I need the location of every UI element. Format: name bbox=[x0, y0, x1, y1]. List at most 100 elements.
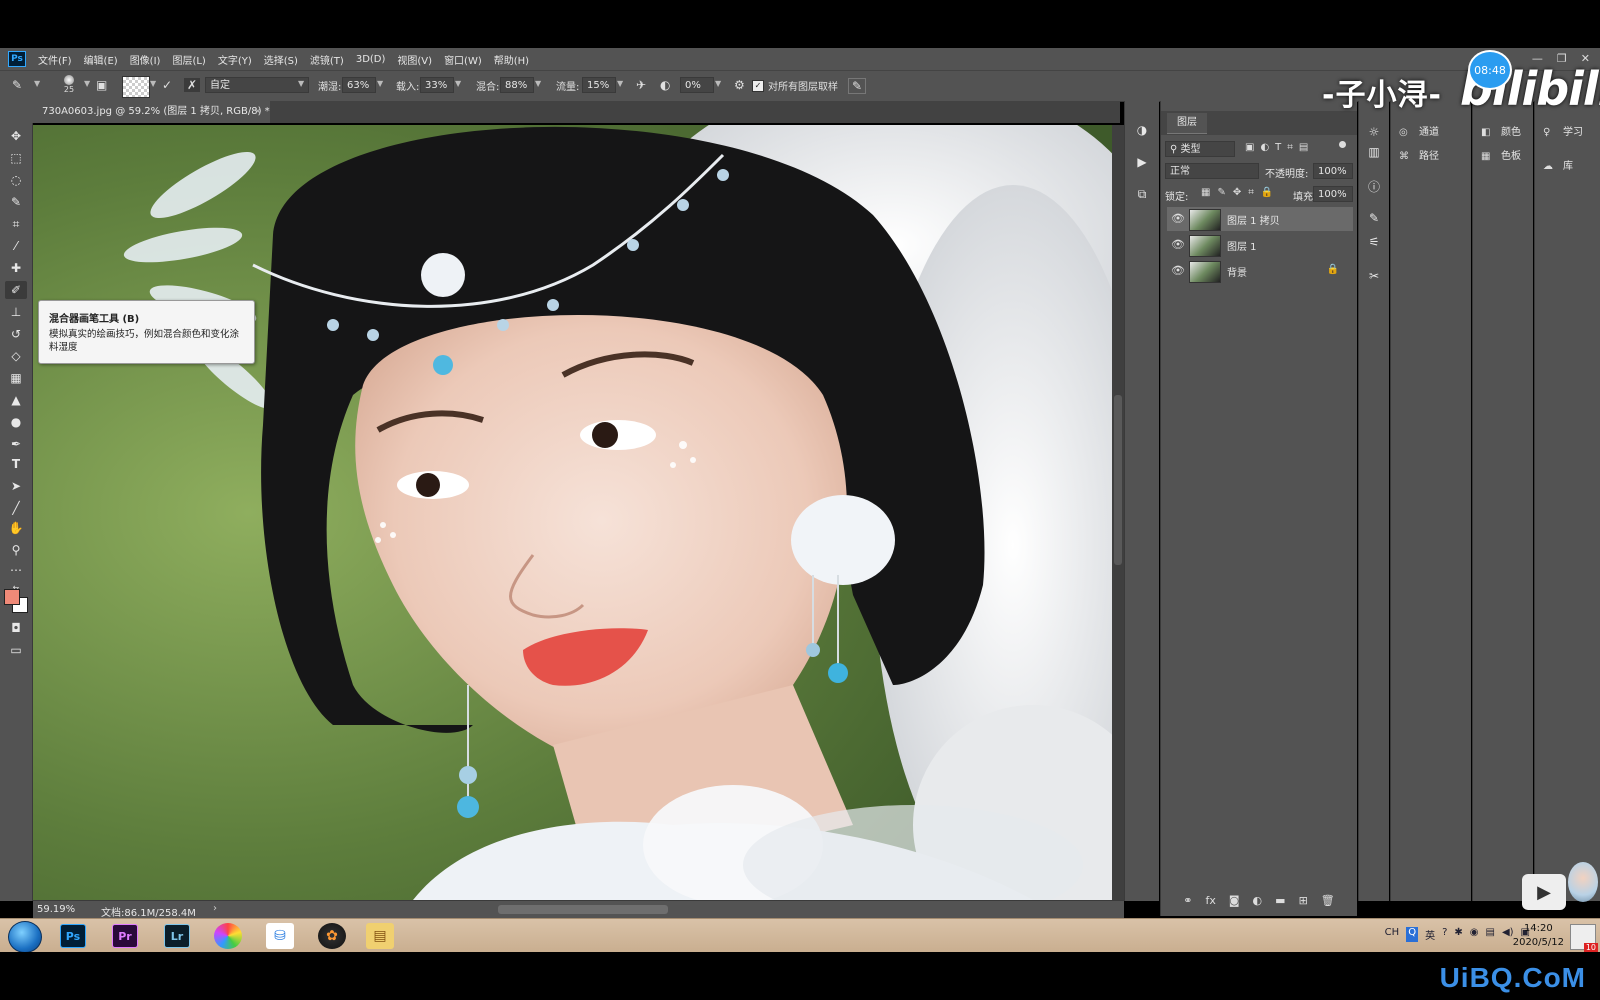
brush-size-picker[interactable]: 25 bbox=[60, 75, 78, 97]
layer-filter-icons[interactable]: ▣◐T⌗▤ bbox=[1245, 142, 1314, 153]
current-brush-load-swatch[interactable] bbox=[122, 76, 150, 98]
clean-brush-icon[interactable]: ✗ bbox=[184, 78, 201, 92]
menu-view[interactable]: 视图(V) bbox=[397, 52, 432, 67]
sample-all-layers-checkbox[interactable]: ✓ bbox=[752, 80, 764, 92]
tray-icon[interactable]: ✱ bbox=[1454, 927, 1462, 942]
link-layers-icon[interactable]: ⚭ bbox=[1183, 894, 1192, 907]
chevron-down-icon[interactable]: ▼ bbox=[535, 79, 541, 88]
type-tool-icon[interactable]: T bbox=[5, 455, 27, 473]
vertical-scrollbar[interactable] bbox=[1112, 125, 1124, 900]
libraries-panel-button[interactable]: ☁ 库 bbox=[1543, 157, 1573, 172]
info-icon[interactable]: ⓘ bbox=[1364, 177, 1384, 195]
menu-layer[interactable]: 图层(L) bbox=[172, 52, 205, 67]
quick-mask-icon[interactable]: ◘ bbox=[5, 619, 27, 637]
chevron-down-icon[interactable]: ▼ bbox=[34, 79, 40, 88]
layer-filter-kind-select[interactable]: ⚲ 类型 bbox=[1165, 141, 1235, 157]
layers-tab[interactable]: 图层 bbox=[1167, 113, 1207, 134]
play-action-icon[interactable]: ▶ bbox=[1132, 153, 1152, 171]
taskbar-cloud-app-icon[interactable]: ⛁ bbox=[266, 923, 294, 949]
close-tab-icon[interactable]: × bbox=[254, 101, 262, 123]
gradient-tool-icon[interactable]: ▦ bbox=[5, 369, 27, 387]
layer-row[interactable]: 👁 图层 1 拷贝 bbox=[1167, 207, 1353, 231]
sliders-icon[interactable]: ⚟ bbox=[1364, 233, 1384, 251]
brush-panel-icon[interactable]: ▣ bbox=[96, 78, 107, 92]
flow-input[interactable]: 15% bbox=[582, 77, 616, 93]
status-menu-arrow[interactable]: › bbox=[213, 903, 217, 914]
load-input[interactable]: 33% bbox=[420, 77, 454, 93]
menu-help[interactable]: 帮助(H) bbox=[494, 52, 529, 67]
tray-ime-mode[interactable]: 英 bbox=[1425, 927, 1435, 942]
crop-tool-icon[interactable]: ⌗ bbox=[5, 215, 27, 233]
chevron-down-icon[interactable]: ▼ bbox=[455, 79, 461, 88]
gear-icon[interactable]: ⚙ bbox=[734, 78, 745, 92]
tray-ime-icon[interactable]: Q bbox=[1406, 927, 1419, 942]
menu-type[interactable]: 文字(Y) bbox=[218, 52, 252, 67]
chevron-down-icon[interactable]: ▼ bbox=[377, 79, 383, 88]
quick-select-tool-icon[interactable]: ✎ bbox=[5, 193, 27, 211]
layer-row[interactable]: 👁 图层 1 bbox=[1167, 233, 1353, 257]
menu-select[interactable]: 选择(S) bbox=[264, 52, 298, 67]
hand-tool-icon[interactable]: ✋ bbox=[5, 519, 27, 537]
eye-icon[interactable]: 👁 bbox=[1171, 238, 1185, 251]
mixer-brush-preset-icon[interactable]: ✎ bbox=[12, 78, 22, 92]
add-mask-icon[interactable]: ◙ bbox=[1229, 894, 1240, 907]
swatches-panel-button[interactable]: ▦ 色板 bbox=[1481, 147, 1521, 162]
menu-window[interactable]: 窗口(W) bbox=[444, 52, 482, 67]
horizontal-scrollbar-thumb[interactable] bbox=[498, 905, 668, 914]
menu-3d[interactable]: 3D(D) bbox=[356, 54, 386, 65]
image-canvas[interactable] bbox=[33, 125, 1112, 900]
learn-panel-button[interactable]: ♀ 学习 bbox=[1543, 123, 1583, 138]
mixer-brush-tool-icon[interactable]: ✐ bbox=[5, 281, 27, 299]
marquee-tool-icon[interactable]: ⬚ bbox=[5, 149, 27, 167]
taskbar-davinci-icon[interactable]: ✿ bbox=[318, 923, 346, 949]
system-clock[interactable]: 14:20 2020/5/12 bbox=[1513, 922, 1564, 950]
blur-tool-icon[interactable]: ▲ bbox=[5, 391, 27, 409]
notification-center-icon[interactable]: 10 bbox=[1570, 924, 1598, 952]
opacity-input[interactable]: 100% bbox=[1313, 163, 1353, 179]
sun-adjust-icon[interactable]: ☼ bbox=[1364, 123, 1384, 141]
blend-mode-select[interactable]: 正常 bbox=[1165, 163, 1259, 179]
dodge-tool-icon[interactable]: ● bbox=[5, 413, 27, 431]
load-brush-icon[interactable]: ✓ bbox=[162, 78, 172, 92]
windows-start-button[interactable] bbox=[8, 921, 42, 953]
document-tab[interactable]: 730A0603.jpg @ 59.2% (图层 1 拷贝, RGB/8) * … bbox=[32, 101, 270, 123]
lasso-tool-icon[interactable]: ◌ bbox=[5, 171, 27, 189]
line-tool-icon[interactable]: ╱ bbox=[5, 499, 27, 517]
more-tools-icon[interactable]: ⋯ bbox=[5, 561, 27, 579]
pressure-icon[interactable]: ✎ bbox=[848, 78, 867, 94]
angle-input[interactable]: 0% bbox=[680, 77, 714, 93]
adjust-icon[interactable]: ◑ bbox=[1132, 121, 1152, 139]
wet-input[interactable]: 63% bbox=[342, 77, 376, 93]
chevron-down-icon[interactable]: ▼ bbox=[150, 79, 156, 88]
menu-edit[interactable]: 编辑(E) bbox=[84, 52, 118, 67]
eye-icon[interactable]: 👁 bbox=[1171, 264, 1185, 277]
eye-icon[interactable]: 👁 bbox=[1171, 212, 1185, 225]
trash-icon[interactable]: 🗑 bbox=[1321, 894, 1335, 907]
histogram-icon[interactable]: ▥ bbox=[1364, 143, 1384, 161]
tray-language[interactable]: CH bbox=[1385, 927, 1400, 942]
pen-tool-icon[interactable]: ✒ bbox=[5, 435, 27, 453]
zoom-tool-icon[interactable]: ⚲ bbox=[5, 541, 27, 559]
filter-toggle-icon[interactable] bbox=[1339, 141, 1346, 148]
healing-brush-tool-icon[interactable]: ✚ bbox=[5, 259, 27, 277]
paths-panel-button[interactable]: ⌘ 路径 bbox=[1399, 147, 1439, 162]
clone-stamp-tool-icon[interactable]: ⊥ bbox=[5, 303, 27, 321]
layer-row[interactable]: 👁 背景 🔒 bbox=[1167, 259, 1353, 283]
lock-options-icons[interactable]: ▦✎✥⌗🔒 bbox=[1201, 187, 1280, 198]
menu-file[interactable]: 文件(F) bbox=[38, 52, 72, 67]
eraser-tool-icon[interactable]: ◇ bbox=[5, 347, 27, 365]
network-icon[interactable]: ▤ bbox=[1486, 927, 1495, 942]
history-brush-tool-icon[interactable]: ↺ bbox=[5, 325, 27, 343]
chevron-down-icon[interactable]: ▼ bbox=[84, 79, 90, 88]
move-tool-icon[interactable]: ✥ bbox=[5, 127, 27, 145]
taskbar-photoshop[interactable]: Ps bbox=[60, 924, 86, 948]
airbrush-icon[interactable]: ✈ bbox=[636, 78, 646, 92]
chevron-down-icon[interactable]: ▼ bbox=[715, 79, 721, 88]
blend-preset-select[interactable]: 自定 bbox=[205, 77, 309, 93]
channels-panel-button[interactable]: ◎ 通道 bbox=[1399, 123, 1439, 138]
foreground-color-swatch[interactable] bbox=[4, 589, 20, 605]
taskbar-color-app-icon[interactable] bbox=[214, 923, 242, 949]
taskbar-folder-icon[interactable]: ▤ bbox=[366, 923, 394, 949]
adjustment-layer-icon[interactable]: ◐ bbox=[1253, 894, 1263, 907]
new-layer-icon[interactable]: ⊞ bbox=[1299, 894, 1308, 907]
